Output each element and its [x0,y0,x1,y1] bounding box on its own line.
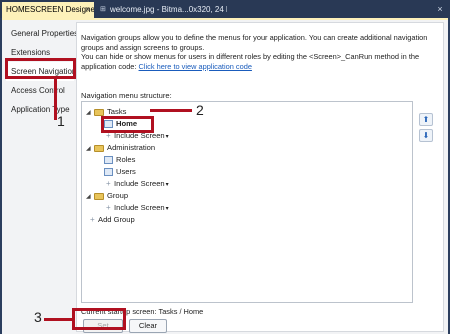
screen-navigation-panel: Navigation groups allow you to define th… [76,22,444,333]
node-label: Roles [116,155,136,164]
pin-icon[interactable]: ⊞ [100,2,106,18]
expand-icon[interactable]: ◢ [86,143,94,155]
folder-icon [94,144,104,152]
node-label: Include Screen [114,203,165,212]
tab-welcome-image[interactable]: ⊞ welcome.jpg - Bitma...0x320, 24 bit, J… [97,2,227,18]
node-label: Tasks [107,107,127,116]
chevron-down-icon: ▾ [165,206,169,212]
expand-icon[interactable]: ◢ [86,191,94,203]
include-screen-tasks[interactable]: + Include Screen▾ [106,130,169,142]
clear-button[interactable]: Clear [129,319,167,333]
add-group[interactable]: + Add Group [90,214,135,226]
view-code-link[interactable]: Click here to view application code [139,62,252,71]
node-label: Add Group [98,215,135,224]
chevron-down-icon: ▾ [165,182,169,188]
callout-number-3: 3 [34,309,42,325]
sidebar-item-general-properties[interactable]: General Properties [6,24,78,43]
screen-icon [104,168,113,176]
plus-icon: + [106,179,111,188]
include-screen-group[interactable]: + Include Screen▾ [106,202,169,214]
move-up-button[interactable]: ⬆ [419,113,433,126]
sidebar-item-label: Extensions [11,48,51,57]
callout-line-3 [44,318,72,321]
folder-icon [94,192,104,200]
expand-icon[interactable]: ◢ [86,107,94,119]
include-screen-administration[interactable]: + Include Screen▾ [106,178,169,190]
sidebar-item-access-control[interactable]: Access Control [6,81,74,100]
node-label: Include Screen [114,179,165,188]
plus-icon: + [106,131,111,140]
window-close-icon[interactable]: × [434,3,446,15]
navigation-tree[interactable]: ◢ Tasks Home + Include Screen▾ ◢ Administra… [81,101,413,303]
tab-title: welcome.jpg - Bitma...0x320, 24 bit, JPG… [110,5,227,14]
designer-surface: General Properties Extensions Screen Nav… [2,18,448,334]
screen-icon [104,156,113,164]
tab-title: HOMESCREEN Designer* [6,5,94,14]
tree-node-administration[interactable]: ◢ Administration [86,142,155,154]
tab-homescreen-designer[interactable]: HOMESCREEN Designer* × [2,2,94,18]
folder-icon [94,108,104,116]
document-tab-strip: HOMESCREEN Designer* × ⊞ welcome.jpg - B… [0,0,450,18]
tree-node-roles[interactable]: Roles [104,154,135,166]
tree-node-users[interactable]: Users [104,166,136,178]
callout-line-2 [150,109,192,112]
chevron-down-icon: ▾ [165,134,169,140]
node-label: Administration [107,143,156,152]
node-label: Users [116,167,136,176]
description: Navigation groups allow you to define th… [81,33,441,71]
close-icon[interactable]: × [85,2,90,18]
move-down-button[interactable]: ⬇ [419,129,433,142]
node-label: Group [107,191,129,200]
tree-node-group[interactable]: ◢ Group [86,190,128,202]
highlight-box-screen-navigation [5,58,76,79]
plus-icon: + [90,215,95,224]
tree-label: Navigation menu structure: [81,91,172,100]
node-label: Include Screen [114,131,165,140]
highlight-box-set [72,308,126,330]
description-line-1: Navigation groups allow you to define th… [81,33,428,52]
callout-number-1: 1 [57,113,65,129]
plus-icon: + [106,203,111,212]
sidebar-item-label: General Properties [11,29,79,38]
callout-number-2: 2 [196,102,204,118]
